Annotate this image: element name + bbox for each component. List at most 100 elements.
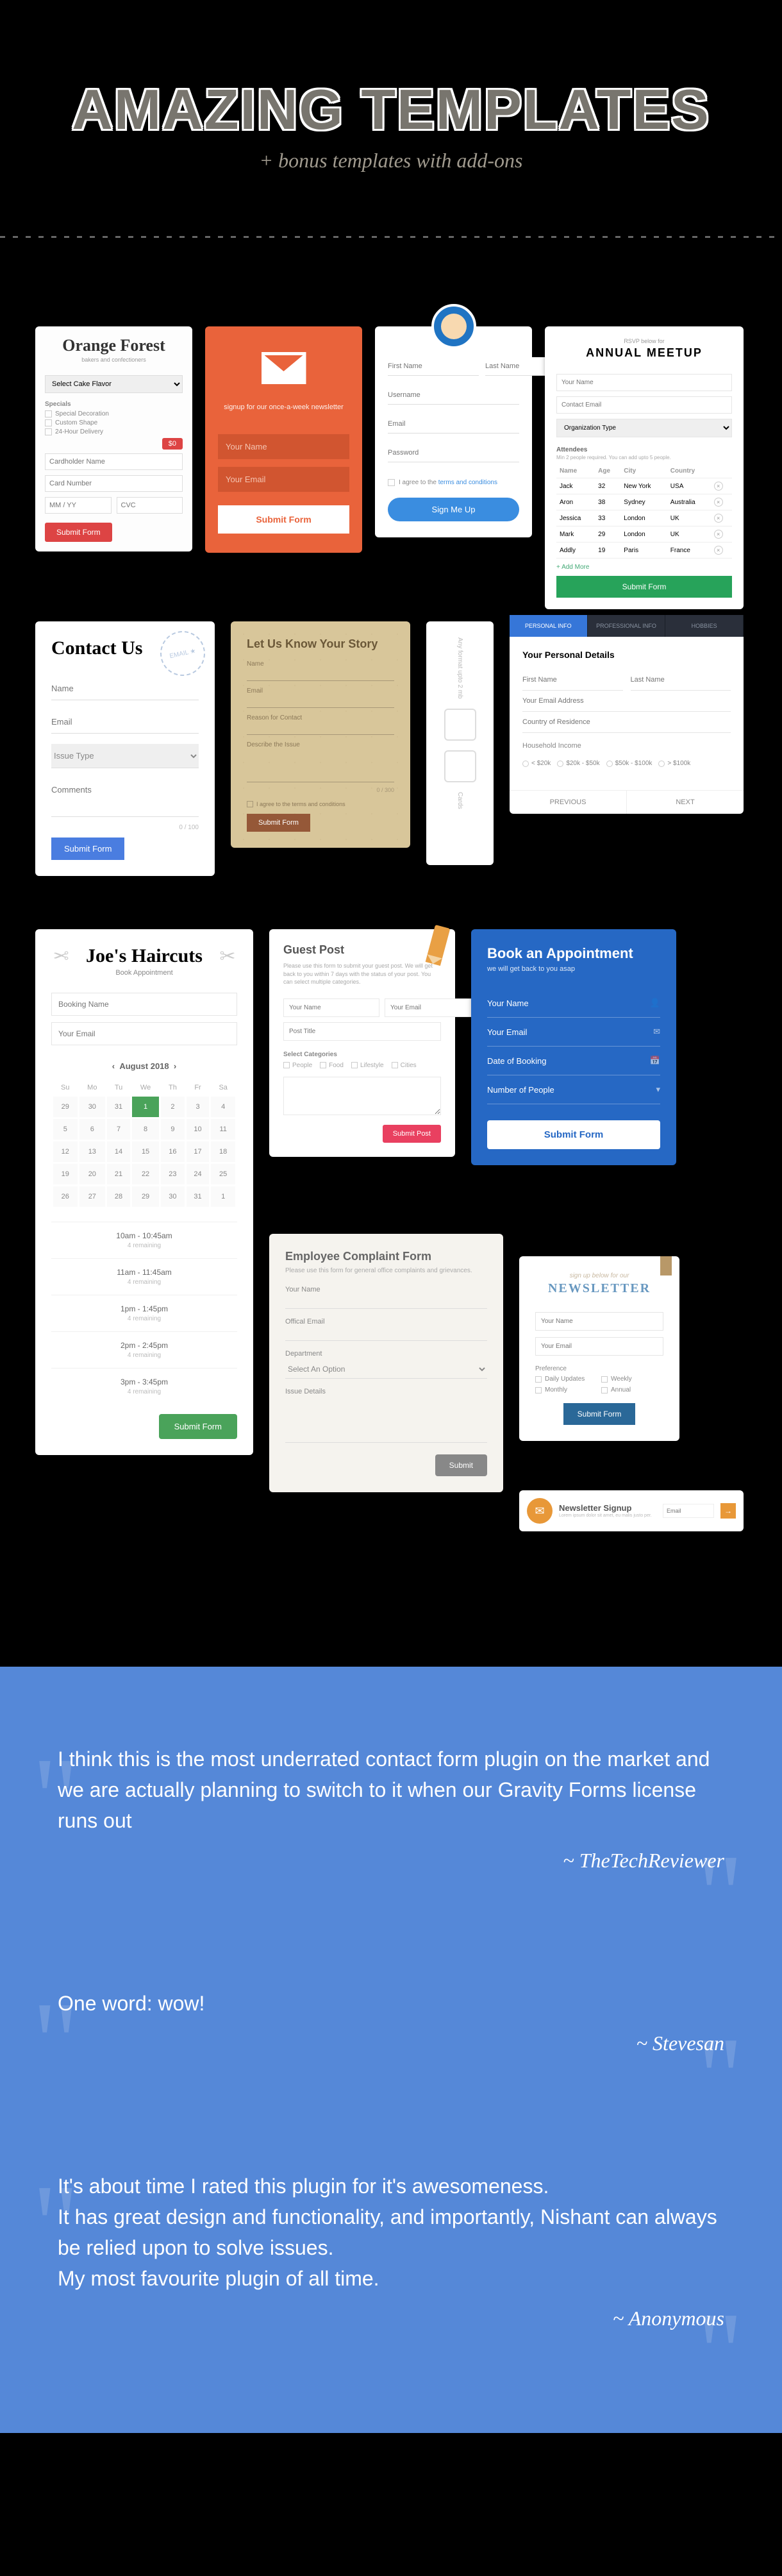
upload-icon[interactable] [444, 709, 476, 741]
post-title-input[interactable] [283, 1022, 441, 1041]
tab-hobbies[interactable]: HOBBIES [665, 615, 744, 637]
email-input[interactable] [218, 467, 349, 492]
reason-input[interactable] [247, 723, 394, 735]
email-input[interactable]: Your Email✉ [487, 1018, 660, 1047]
country-input[interactable] [522, 712, 731, 733]
agree-checkbox[interactable]: I agree to the terms and conditions [247, 801, 394, 807]
tab-personal[interactable]: PERSONAL INFO [510, 615, 588, 637]
template-haircuts: ✂ ✂ Joe's Haircuts Book Appointment ‹ Au… [35, 929, 253, 1455]
terms-link[interactable]: terms and conditions [438, 479, 497, 486]
name-input[interactable] [285, 1296, 487, 1309]
expiry-input[interactable] [45, 497, 112, 514]
dept-select[interactable]: Select An Option [285, 1360, 487, 1379]
cardnumber-input[interactable] [45, 475, 183, 492]
name-input[interactable] [283, 998, 379, 1017]
agree-checkbox[interactable]: I agree to the terms and conditions [388, 479, 519, 486]
submit-button[interactable]: Submit Form [563, 1403, 636, 1425]
checkbox-pref[interactable]: Daily Updates [535, 1376, 597, 1383]
issue-textarea[interactable] [285, 1398, 487, 1443]
people-input[interactable]: Number of People▾ [487, 1075, 660, 1104]
radio-income[interactable]: < $20k [522, 760, 551, 767]
submit-button[interactable]: Submit Post [383, 1125, 441, 1143]
cvc-input[interactable] [117, 497, 183, 514]
go-button[interactable]: → [720, 1503, 736, 1519]
next-button[interactable]: NEXT [627, 791, 744, 814]
name-input[interactable] [247, 669, 394, 681]
password-input[interactable] [388, 444, 519, 462]
rsvp-pretitle: RSVP below for [556, 338, 732, 344]
add-more-link[interactable]: + Add More [556, 564, 732, 571]
username-input[interactable] [388, 386, 519, 405]
card-subtitle: we will get back to you asap [487, 965, 660, 973]
submit-button[interactable]: Submit Form [487, 1120, 660, 1149]
email-input[interactable] [522, 691, 731, 712]
email-input[interactable] [247, 696, 394, 708]
prev-button[interactable]: PREVIOUS [510, 791, 627, 814]
submit-button[interactable]: Submit [435, 1454, 487, 1476]
cardholder-input[interactable] [45, 453, 183, 470]
checkbox-delivery[interactable]: 24-Hour Delivery [45, 428, 183, 435]
categories-label: Select Categories [283, 1051, 441, 1058]
table-row: Mark29LondonUK× [556, 526, 732, 543]
signup-button[interactable]: Sign Me Up [388, 498, 519, 521]
prev-month-icon[interactable]: ‹ [112, 1061, 115, 1071]
email-input[interactable] [388, 415, 519, 434]
radio-income[interactable]: $50k - $100k [606, 760, 653, 767]
upload-icon[interactable] [444, 750, 476, 782]
email-input[interactable] [51, 1022, 237, 1045]
checkbox-category[interactable]: Cities [392, 1062, 417, 1069]
checkbox-decoration[interactable]: Special Decoration [45, 410, 183, 417]
checkbox-category[interactable]: Lifestyle [351, 1062, 384, 1069]
checkbox-category[interactable]: People [283, 1062, 312, 1069]
name-input[interactable] [218, 434, 349, 459]
submit-button[interactable]: Submit Form [51, 838, 124, 860]
checkbox-category[interactable]: Food [320, 1062, 344, 1069]
firstname-input[interactable] [388, 357, 479, 376]
delete-icon[interactable]: × [714, 530, 723, 539]
checkbox-pref[interactable]: Annual [601, 1386, 663, 1393]
email-input[interactable] [385, 998, 481, 1017]
name-input[interactable] [51, 993, 237, 1016]
bar-desc: Lorem ipsum dolor sit amet, eu malis jus… [559, 1513, 656, 1519]
time-slot[interactable]: 11am - 11:45am4 remaining [51, 1258, 237, 1295]
next-month-icon[interactable]: › [174, 1061, 176, 1071]
submit-button[interactable]: Submit Form [159, 1414, 237, 1439]
lastname-input[interactable] [631, 669, 731, 691]
name-input[interactable] [556, 374, 732, 391]
flavor-select[interactable]: Select Cake Flavor [45, 375, 183, 393]
checkbox-shape[interactable]: Custom Shape [45, 419, 183, 426]
name-input[interactable]: Your Name👤 [487, 989, 660, 1018]
delete-icon[interactable]: × [714, 514, 723, 523]
delete-icon[interactable]: × [714, 482, 723, 491]
content-textarea[interactable] [283, 1077, 441, 1115]
time-slot[interactable]: 10am - 10:45am4 remaining [51, 1222, 237, 1258]
radio-income[interactable]: > $100k [658, 760, 690, 767]
email-input[interactable] [535, 1337, 663, 1356]
time-slot[interactable]: 3pm - 3:45pm4 remaining [51, 1368, 237, 1404]
email-input[interactable] [285, 1328, 487, 1341]
firstname-input[interactable] [522, 669, 623, 691]
email-input[interactable] [51, 711, 199, 734]
checkbox-pref[interactable]: Weekly [601, 1376, 663, 1383]
issue-select[interactable]: Issue Type [51, 744, 199, 768]
comments-textarea[interactable] [51, 779, 199, 817]
describe-textarea[interactable] [247, 750, 394, 782]
delete-icon[interactable]: × [714, 498, 723, 507]
submit-button[interactable]: Submit Form [45, 523, 112, 542]
radio-income[interactable]: $20k - $50k [557, 760, 599, 767]
name-input[interactable] [51, 677, 199, 700]
name-input[interactable] [535, 1312, 663, 1331]
tab-professional[interactable]: PROFESSIONAL INFO [588, 615, 666, 637]
org-select[interactable]: Organization Type [556, 419, 732, 437]
date-input[interactable]: Date of Booking📅 [487, 1047, 660, 1075]
time-slot[interactable]: 1pm - 1:45pm4 remaining [51, 1295, 237, 1331]
email-input[interactable] [556, 396, 732, 414]
submit-button[interactable]: Submit Form [247, 814, 310, 832]
email-input[interactable] [663, 1504, 714, 1518]
checkbox-pref[interactable]: Monthly [535, 1386, 597, 1393]
time-slot[interactable]: 2pm - 2:45pm4 remaining [51, 1331, 237, 1368]
attendees-note: Min 2 people required. You can add upto … [556, 455, 732, 460]
delete-icon[interactable]: × [714, 546, 723, 555]
submit-button[interactable]: Submit Form [218, 505, 349, 534]
submit-button[interactable]: Submit Form [556, 576, 732, 598]
